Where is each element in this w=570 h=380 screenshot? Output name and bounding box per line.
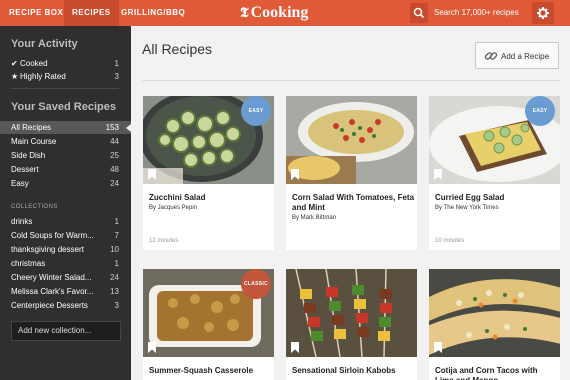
sidebar-item-count: 1 <box>114 59 119 68</box>
collection-item-label: drinks <box>11 217 33 226</box>
sidebar-item-all-recipes[interactable]: All Recipes 153 <box>0 121 131 134</box>
recipe-byline: By The New York Times <box>435 205 499 211</box>
recipe-card[interactable]: EASY Zucchini Salad By Jacques Pepin 12 … <box>143 96 274 250</box>
recipe-byline: By Jacques Pepin <box>149 205 198 211</box>
collection-item-count: 10 <box>110 245 119 254</box>
sirloin-kabobs-photo <box>286 269 417 357</box>
sidebar: Your Activity ✔ Cooked 1 ★ Highly Rated 3 … <box>0 26 131 380</box>
recipe-title[interactable]: Curried Egg Salad <box>435 193 557 203</box>
search-input[interactable]: Search 17,000+ recipes <box>434 0 519 26</box>
nav-recipe-box[interactable]: RECIPE BOX <box>9 0 63 26</box>
recipe-title[interactable]: Zucchini Salad <box>149 193 271 203</box>
classic-badge: CLASSIC <box>241 269 271 299</box>
collections-heading: COLLECTIONS <box>11 204 58 210</box>
gear-icon <box>537 7 549 19</box>
bookmark-icon[interactable] <box>148 169 156 180</box>
collection-item-count: 1 <box>114 217 119 226</box>
sidebar-item-count: 48 <box>110 165 119 174</box>
sidebar-item-main-course[interactable]: Main Course 44 <box>0 135 131 148</box>
sidebar-item-easy[interactable]: Easy 24 <box>0 177 131 190</box>
add-recipe-label: Add a Recipe <box>501 52 550 61</box>
collection-item[interactable]: Melissa Clark's Favor... 13 <box>0 285 131 298</box>
easy-badge: EASY <box>525 96 555 126</box>
bookmark-icon[interactable] <box>434 342 442 353</box>
nav-grilling-bbq[interactable]: GRILLING/BBQ <box>121 0 185 26</box>
sidebar-item-count: 153 <box>105 123 119 132</box>
collection-item[interactable]: Cheery Winter Salad... 24 <box>0 271 131 284</box>
bookmark-icon[interactable] <box>148 342 156 353</box>
sidebar-item-highly-rated[interactable]: ★ Highly Rated 3 <box>0 70 131 83</box>
collection-item-label: thanksgiving dessert <box>11 245 84 254</box>
collection-item-label: Cheery Winter Salad... <box>11 273 92 282</box>
sidebar-item-side-dish[interactable]: Side Dish 25 <box>0 149 131 162</box>
collection-item[interactable]: thanksgiving dessert 10 <box>0 243 131 256</box>
corn-salad-photo <box>286 96 417 184</box>
nav-recipes[interactable]: RECIPES <box>64 0 119 26</box>
sidebar-item-count: 3 <box>114 72 119 81</box>
collection-item-label: Centerpiece Desserts <box>11 301 88 310</box>
sidebar-item-count: 25 <box>110 151 119 160</box>
corn-tacos-photo <box>429 269 560 357</box>
search-icon <box>413 7 425 19</box>
sidebar-item-count: 44 <box>110 137 119 146</box>
activity-heading: Your Activity <box>11 38 78 50</box>
sidebar-item-label: Dessert <box>11 165 39 174</box>
settings-button[interactable] <box>532 2 554 24</box>
sidebar-item-label: Main Course <box>11 137 57 146</box>
saved-heading: Your Saved Recipes <box>11 101 116 113</box>
cooking-logo[interactable]: 𝕿 Cooking <box>240 2 308 24</box>
recipe-title[interactable]: Cotija and Corn Tacos with Lime and Mang… <box>435 366 557 380</box>
page-title: All Recipes <box>142 41 213 57</box>
recipe-byline: By Mark Bittman <box>292 215 337 221</box>
recipe-title[interactable]: Sensational Sirloin Kabobs <box>292 366 414 376</box>
easy-badge: EASY <box>241 96 271 126</box>
search-button[interactable] <box>410 3 428 23</box>
sidebar-item-label: Highly Rated <box>20 72 66 81</box>
collection-item-count: 1 <box>114 259 119 268</box>
star-icon: ★ <box>11 72 19 81</box>
collection-item-label: christmas <box>11 259 46 268</box>
recipe-time: 10 minutes <box>435 238 465 244</box>
divider <box>11 88 119 89</box>
sidebar-item-count: 24 <box>110 179 119 188</box>
collection-item[interactable]: Cold Soups for Warm... 7 <box>0 229 131 242</box>
collection-item-count: 7 <box>114 231 119 240</box>
new-collection-input[interactable]: Add new collection... <box>11 321 121 341</box>
sidebar-item-label: Easy <box>11 179 29 188</box>
recipe-title[interactable]: Corn Salad With Tomatoes, Feta and Mint <box>292 193 414 213</box>
recipe-time: 12 minutes <box>149 238 179 244</box>
sidebar-item-dessert[interactable]: Dessert 48 <box>0 163 131 176</box>
check-icon: ✔ <box>11 59 18 68</box>
collection-item-count: 24 <box>110 273 119 282</box>
recipe-card[interactable]: Corn Salad With Tomatoes, Feta and Mint … <box>286 96 417 250</box>
recipe-card[interactable]: EASY Curried Egg Salad By The New York T… <box>429 96 560 250</box>
recipe-card[interactable]: Sensational Sirloin Kabobs <box>286 269 417 380</box>
recipe-card[interactable]: Cotija and Corn Tacos with Lime and Mang… <box>429 269 560 380</box>
divider <box>142 80 560 81</box>
sidebar-item-label: All Recipes <box>11 123 52 132</box>
collection-item[interactable]: drinks 1 <box>0 215 131 228</box>
collection-item-label: Cold Soups for Warm... <box>11 231 94 240</box>
link-icon <box>484 52 498 60</box>
sidebar-item-cooked[interactable]: ✔ Cooked 1 <box>0 57 131 70</box>
selected-arrow <box>126 124 131 132</box>
nyt-t-icon: 𝕿 <box>240 5 249 21</box>
bookmark-icon[interactable] <box>291 342 299 353</box>
collection-item[interactable]: Centerpiece Desserts 3 <box>0 299 131 312</box>
recipe-title[interactable]: Summer-Squash Casserole <box>149 366 271 376</box>
collection-item-count: 3 <box>114 301 119 310</box>
collection-item-count: 13 <box>110 287 119 296</box>
add-recipe-button[interactable]: Add a Recipe <box>475 42 559 69</box>
sidebar-item-label: Side Dish <box>11 151 46 160</box>
logo-text: Cooking <box>250 4 309 21</box>
bookmark-icon[interactable] <box>291 169 299 180</box>
recipe-card[interactable]: CLASSIC Summer-Squash Casserole <box>143 269 274 380</box>
collection-item[interactable]: christmas 1 <box>0 257 131 270</box>
collection-item-label: Melissa Clark's Favor... <box>11 287 94 296</box>
bookmark-icon[interactable] <box>434 169 442 180</box>
sidebar-item-label: Cooked <box>20 59 48 68</box>
